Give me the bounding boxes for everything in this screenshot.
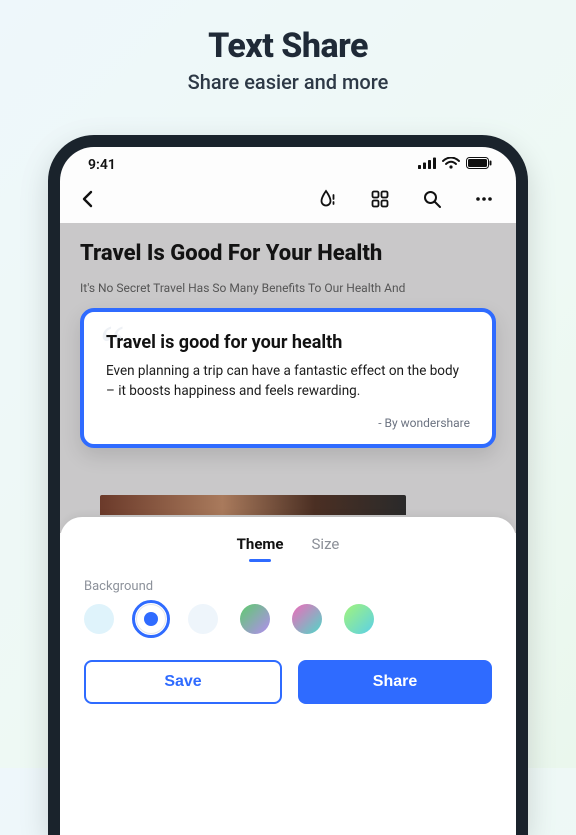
quote-title: Travel is good for your health [106,332,470,353]
swatch-lime-cyan[interactable] [344,604,374,634]
grid-icon[interactable] [366,185,394,213]
share-button[interactable]: Share [298,660,492,704]
article-area: Travel Is Good For Your Health It's No S… [60,223,516,533]
battery-icon [466,157,492,173]
swatch-white[interactable] [136,604,166,634]
swatch-lightblue[interactable] [84,604,114,634]
swatch-pink-teal[interactable] [292,604,322,634]
signal-icon [418,157,436,173]
search-icon[interactable] [418,185,446,213]
swatch-paleblue[interactable] [188,604,218,634]
quote-attribution: - By wondershare [106,416,470,430]
quote-card[interactable]: “ Travel is good for your health Even pl… [80,308,496,448]
promo-title: Text Share [0,26,576,66]
status-bar: 9:41 [60,147,516,177]
tab-size[interactable]: Size [312,535,340,561]
swatch-green-purple[interactable] [240,604,270,634]
promo-subtitle: Share easier and more [0,70,576,94]
tab-theme[interactable]: Theme [237,535,284,561]
ink-icon[interactable] [314,185,342,213]
article-image [100,495,406,515]
panel-tabs: Theme Size [84,535,492,561]
background-swatches [84,604,492,634]
article-subtitle: It's No Secret Travel Has So Many Benefi… [80,280,496,297]
save-button[interactable]: Save [84,660,282,704]
wifi-icon [442,157,460,173]
more-icon[interactable] [470,185,498,213]
app-toolbar [60,177,516,223]
status-time: 9:41 [88,157,116,173]
background-label: Background [84,579,492,594]
device-frame: 9:41 [48,135,528,835]
back-button[interactable] [74,185,102,213]
share-panel: Theme Size Background Save Share [60,517,516,835]
article-title: Travel Is Good For Your Health [80,241,496,266]
quote-body: Even planning a trip can have a fantasti… [106,361,470,402]
